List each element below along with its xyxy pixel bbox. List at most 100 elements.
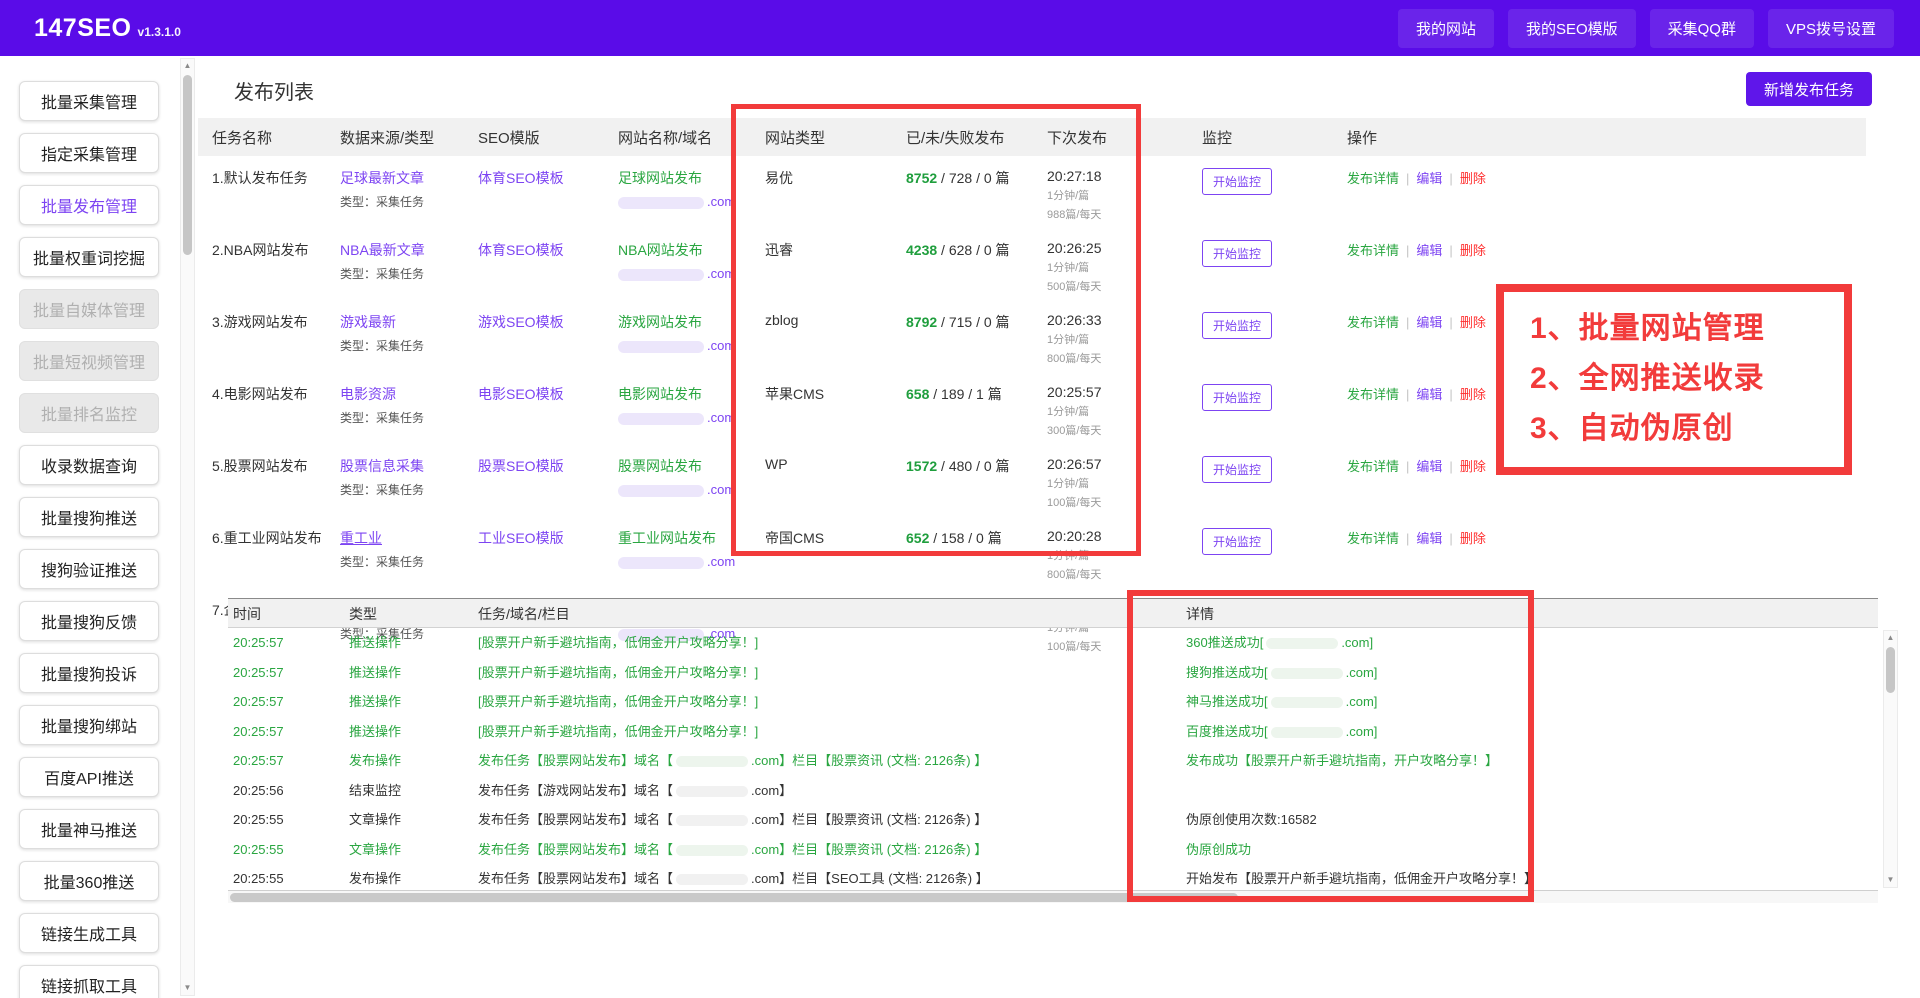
start-monitor-button[interactable]: 开始监控 — [1202, 456, 1272, 483]
delete-link[interactable]: 删除 — [1460, 315, 1486, 330]
domain-suffix[interactable]: .com — [707, 338, 735, 353]
log-vertical-scrollbar[interactable]: ▲ ▼ — [1883, 630, 1898, 888]
domain-suffix[interactable]: .com — [707, 410, 735, 425]
sidebar-item[interactable]: 链接生成工具 — [19, 913, 159, 953]
seo-template-link[interactable]: 体育SEO模板 — [478, 242, 564, 258]
edit-link[interactable]: 编辑 — [1416, 171, 1442, 186]
log-type: 推送操作 — [344, 717, 473, 747]
sidebar-item[interactable]: 批量360推送 — [19, 861, 159, 901]
source-link[interactable]: 电影资源 — [340, 386, 396, 402]
nav-item[interactable]: 我的网站 — [1398, 9, 1494, 48]
publish-detail-link[interactable]: 发布详情 — [1347, 459, 1399, 474]
domain-suffix[interactable]: .com — [707, 266, 735, 281]
publish-counts: 8752 / 728 / 0 篇 — [906, 168, 1047, 222]
log-column-type: 类型 — [344, 599, 473, 629]
sidebar-item[interactable]: 批量排名监控 — [19, 393, 159, 433]
delete-link[interactable]: 删除 — [1460, 387, 1486, 402]
log-column-task: 任务/域名/栏目 — [473, 599, 1143, 629]
log-task: 发布任务【游戏网站发布】域名【.com】 — [473, 776, 1143, 806]
scrollbar-thumb[interactable] — [183, 75, 192, 255]
sidebar-item[interactable]: 批量神马推送 — [19, 809, 159, 849]
source-type-label: 类型：采集任务 — [340, 409, 478, 426]
sidebar-item[interactable]: 批量发布管理 — [19, 185, 159, 225]
log-horizontal-scrollbar[interactable] — [228, 890, 1878, 903]
scrollbar-thumb[interactable] — [230, 893, 1238, 902]
publish-detail-link[interactable]: 发布详情 — [1347, 531, 1399, 546]
log-row: 20:25:57 推送操作 [股票开户新手避坑指南，低佣金开户攻略分享！] 搜狗… — [228, 658, 1878, 688]
scroll-up-icon[interactable]: ▲ — [1887, 631, 1895, 645]
task-name: 6.重工业网站发布 — [212, 528, 340, 582]
log-detail: 搜狗推送成功[.com] — [1143, 658, 1878, 688]
seo-template-link[interactable]: 股票SEO模版 — [478, 458, 564, 474]
source-link[interactable]: 足球最新文章 — [340, 170, 424, 186]
sidebar-item[interactable]: 指定采集管理 — [19, 133, 159, 173]
seo-template-link[interactable]: 工业SEO模版 — [478, 530, 564, 546]
log-type: 推送操作 — [344, 628, 473, 658]
scrollbar-thumb[interactable] — [1886, 647, 1895, 693]
sidebar-item[interactable]: 批量搜狗投诉 — [19, 653, 159, 693]
log-detail: 开始发布【股票开户新手避坑指南，低佣金开户攻略分享！】 — [1143, 864, 1878, 889]
sidebar-item[interactable]: 链接抓取工具 — [19, 965, 159, 998]
publish-detail-link[interactable]: 发布详情 — [1347, 171, 1399, 186]
log-task-text: 发布任务【股票网站发布】域名【 — [478, 753, 673, 768]
site-name: 游戏网站发布 — [618, 312, 765, 332]
delete-link[interactable]: 删除 — [1460, 243, 1486, 258]
sidebar-item[interactable]: 批量权重词挖掘 — [19, 237, 159, 277]
delete-link[interactable]: 删除 — [1460, 171, 1486, 186]
publish-counts: 4238 / 628 / 0 篇 — [906, 240, 1047, 294]
seo-template-link[interactable]: 游戏SEO模板 — [478, 314, 564, 330]
sidebar-item[interactable]: 批量采集管理 — [19, 81, 159, 121]
source-link[interactable]: 股票信息采集 — [340, 458, 424, 474]
edit-link[interactable]: 编辑 — [1416, 243, 1442, 258]
published-count: 658 — [906, 386, 929, 402]
edit-link[interactable]: 编辑 — [1416, 315, 1442, 330]
publish-detail-link[interactable]: 发布详情 — [1347, 243, 1399, 258]
publish-counts: 8792 / 715 / 0 篇 — [906, 312, 1047, 366]
scroll-down-icon[interactable]: ▼ — [184, 981, 192, 995]
sidebar-item[interactable]: 批量短视频管理 — [19, 341, 159, 381]
start-monitor-button[interactable]: 开始监控 — [1202, 168, 1272, 195]
delete-link[interactable]: 删除 — [1460, 531, 1486, 546]
log-detail: 360推送成功[.com] — [1143, 628, 1878, 658]
source-link[interactable]: 游戏最新 — [340, 314, 396, 330]
main-vertical-scrollbar[interactable]: ▲ ▼ — [180, 58, 195, 996]
publish-detail-link[interactable]: 发布详情 — [1347, 387, 1399, 402]
separator: | — [1406, 243, 1409, 258]
delete-link[interactable]: 删除 — [1460, 459, 1486, 474]
start-monitor-button[interactable]: 开始监控 — [1202, 240, 1272, 267]
scroll-down-icon[interactable]: ▼ — [1887, 873, 1895, 887]
start-monitor-button[interactable]: 开始监控 — [1202, 528, 1272, 555]
start-monitor-button[interactable]: 开始监控 — [1202, 384, 1272, 411]
domain-suffix[interactable]: .com — [707, 482, 735, 497]
next-publish: 20:26:25 1分钟/篇 500篇/每天 — [1047, 240, 1202, 294]
sidebar-item[interactable]: 收录数据查询 — [19, 445, 159, 485]
nav-item[interactable]: VPS拨号设置 — [1768, 9, 1894, 48]
add-publish-task-button[interactable]: 新增发布任务 — [1746, 72, 1872, 106]
source-link[interactable]: 重工业 — [340, 530, 382, 546]
edit-link[interactable]: 编辑 — [1416, 531, 1442, 546]
log-detail-text: 发布成功【股票开户新手避坑指南，开户攻略分享！】 — [1186, 753, 1498, 768]
sidebar-item[interactable]: 批量搜狗反馈 — [19, 601, 159, 641]
site-name: 重工业网站发布 — [618, 528, 765, 548]
sidebar-item[interactable]: 批量搜狗绑站 — [19, 705, 159, 745]
redacted-domain-blur — [1271, 697, 1343, 708]
log-time: 20:25:57 — [228, 628, 344, 658]
domain-suffix[interactable]: .com — [707, 554, 735, 569]
seo-template-link[interactable]: 体育SEO模板 — [478, 170, 564, 186]
sidebar-item[interactable]: 百度API推送 — [19, 757, 159, 797]
seo-template-link[interactable]: 电影SEO模板 — [478, 386, 564, 402]
edit-link[interactable]: 编辑 — [1416, 387, 1442, 402]
sidebar-item[interactable]: 搜狗验证推送 — [19, 549, 159, 589]
sidebar-item[interactable]: 批量搜狗推送 — [19, 497, 159, 537]
nav-item[interactable]: 采集QQ群 — [1650, 9, 1754, 48]
nav-item[interactable]: 我的SEO模版 — [1508, 9, 1636, 48]
publish-detail-link[interactable]: 发布详情 — [1347, 315, 1399, 330]
sidebar-item[interactable]: 批量自媒体管理 — [19, 289, 159, 329]
edit-link[interactable]: 编辑 — [1416, 459, 1442, 474]
log-time: 20:25:57 — [228, 717, 344, 747]
start-monitor-button[interactable]: 开始监控 — [1202, 312, 1272, 339]
domain-suffix[interactable]: .com — [707, 194, 735, 209]
source-link[interactable]: NBA最新文章 — [340, 242, 425, 258]
scroll-up-icon[interactable]: ▲ — [184, 59, 192, 73]
log-task-text-suffix: .com】栏目【SEO工具 (文档: 2126条) 】 — [751, 871, 989, 886]
